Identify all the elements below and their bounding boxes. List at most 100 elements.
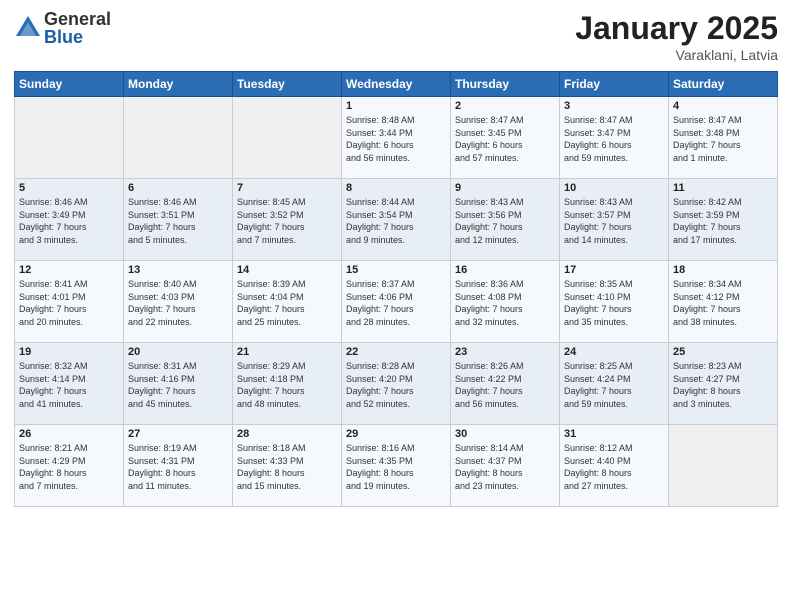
calendar-cell: 29Sunrise: 8:16 AM Sunset: 4:35 PM Dayli…: [342, 425, 451, 507]
day-info: Sunrise: 8:23 AM Sunset: 4:27 PM Dayligh…: [673, 360, 773, 410]
weekday-header: Wednesday: [342, 72, 451, 97]
logo-icon: [14, 14, 42, 42]
day-info: Sunrise: 8:18 AM Sunset: 4:33 PM Dayligh…: [237, 442, 337, 492]
calendar-cell: 9 Sunrise: 8:43 AM Sunset: 3:56 PM Daylig…: [451, 179, 560, 261]
day-info: Sunrise: 8:39 AM Sunset: 4:04 PM Dayligh…: [237, 278, 337, 328]
weekday-header: Saturday: [669, 72, 778, 97]
day-number: 31: [564, 428, 664, 440]
calendar-cell: 25 Sunrise: 8:23 AM Sunset: 4:27 PM Dayli…: [669, 343, 778, 425]
day-info: Sunrise: 8:40 AM Sunset: 4:03 PM Dayligh…: [128, 278, 228, 328]
day-number: 29: [346, 428, 446, 440]
logo-text: General Blue: [44, 10, 111, 46]
weekday-header: Thursday: [451, 72, 560, 97]
calendar-cell: 6 Sunrise: 8:46 AM Sunset: 3:51 PM Daylig…: [124, 179, 233, 261]
calendar-cell: [124, 97, 233, 179]
day-info: Sunrise: 8:21 AM Sunset: 4:29 PM Dayligh…: [19, 442, 119, 492]
calendar-cell: 30Sunrise: 8:14 AM Sunset: 4:37 PM Dayli…: [451, 425, 560, 507]
day-number: 25: [673, 346, 773, 358]
calendar-cell: 14 Sunrise: 8:39 AM Sunset: 4:04 PM Dayli…: [233, 261, 342, 343]
calendar-title: January 2025: [575, 10, 778, 47]
calendar-cell: 23 Sunrise: 8:26 AM Sunset: 4:22 PM Dayli…: [451, 343, 560, 425]
calendar-cell: 16 Sunrise: 8:36 AM Sunset: 4:08 PM Dayli…: [451, 261, 560, 343]
page-header: General Blue January 2025 Varaklani, Lat…: [14, 10, 778, 63]
logo-general: General: [44, 10, 111, 28]
calendar-cell: 8Sunrise: 8:44 AM Sunset: 3:54 PM Daylig…: [342, 179, 451, 261]
header-row: SundayMondayTuesdayWednesdayThursdayFrid…: [15, 72, 778, 97]
day-number: 9: [455, 182, 555, 194]
day-number: 2: [455, 100, 555, 112]
day-info: Sunrise: 8:36 AM Sunset: 4:08 PM Dayligh…: [455, 278, 555, 328]
day-number: 19: [19, 346, 119, 358]
day-info: Sunrise: 8:43 AM Sunset: 3:56 PM Dayligh…: [455, 196, 555, 246]
day-number: 20: [128, 346, 228, 358]
calendar-cell: [233, 97, 342, 179]
calendar-cell: 24Sunrise: 8:25 AM Sunset: 4:24 PM Dayli…: [560, 343, 669, 425]
calendar-cell: 4Sunrise: 8:47 AM Sunset: 3:48 PM Daylig…: [669, 97, 778, 179]
calendar-cell: 7 Sunrise: 8:45 AM Sunset: 3:52 PM Daylig…: [233, 179, 342, 261]
day-number: 16: [455, 264, 555, 276]
day-info: Sunrise: 8:32 AM Sunset: 4:14 PM Dayligh…: [19, 360, 119, 410]
day-number: 11: [673, 182, 773, 194]
day-info: Sunrise: 8:46 AM Sunset: 3:51 PM Dayligh…: [128, 196, 228, 246]
calendar-cell: 11 Sunrise: 8:42 AM Sunset: 3:59 PM Dayli…: [669, 179, 778, 261]
day-info: Sunrise: 8:47 AM Sunset: 3:47 PM Dayligh…: [564, 114, 664, 164]
day-info: Sunrise: 8:44 AM Sunset: 3:54 PM Dayligh…: [346, 196, 446, 246]
calendar-week-row: 1 Sunrise: 8:48 AM Sunset: 3:44 PM Daylig…: [15, 97, 778, 179]
day-number: 15: [346, 264, 446, 276]
day-number: 27: [128, 428, 228, 440]
day-number: 23: [455, 346, 555, 358]
day-number: 21: [237, 346, 337, 358]
calendar-cell: 2 Sunrise: 8:47 AM Sunset: 3:45 PM Daylig…: [451, 97, 560, 179]
calendar-cell: 31Sunrise: 8:12 AM Sunset: 4:40 PM Dayli…: [560, 425, 669, 507]
calendar-cell: 5Sunrise: 8:46 AM Sunset: 3:49 PM Daylig…: [15, 179, 124, 261]
day-number: 28: [237, 428, 337, 440]
calendar-cell: 3Sunrise: 8:47 AM Sunset: 3:47 PM Daylig…: [560, 97, 669, 179]
calendar-cell: [15, 97, 124, 179]
day-info: Sunrise: 8:14 AM Sunset: 4:37 PM Dayligh…: [455, 442, 555, 492]
calendar-cell: 26Sunrise: 8:21 AM Sunset: 4:29 PM Dayli…: [15, 425, 124, 507]
logo: General Blue: [14, 10, 111, 46]
calendar-cell: 18 Sunrise: 8:34 AM Sunset: 4:12 PM Dayli…: [669, 261, 778, 343]
day-info: Sunrise: 8:29 AM Sunset: 4:18 PM Dayligh…: [237, 360, 337, 410]
calendar-cell: [669, 425, 778, 507]
calendar-cell: 10 Sunrise: 8:43 AM Sunset: 3:57 PM Dayli…: [560, 179, 669, 261]
day-info: Sunrise: 8:41 AM Sunset: 4:01 PM Dayligh…: [19, 278, 119, 328]
day-info: Sunrise: 8:48 AM Sunset: 3:44 PM Dayligh…: [346, 114, 446, 164]
calendar-cell: 20 Sunrise: 8:31 AM Sunset: 4:16 PM Dayli…: [124, 343, 233, 425]
day-info: Sunrise: 8:28 AM Sunset: 4:20 PM Dayligh…: [346, 360, 446, 410]
calendar-cell: 22 Sunrise: 8:28 AM Sunset: 4:20 PM Dayli…: [342, 343, 451, 425]
calendar-cell: 17Sunrise: 8:35 AM Sunset: 4:10 PM Dayli…: [560, 261, 669, 343]
day-number: 14: [237, 264, 337, 276]
day-info: Sunrise: 8:31 AM Sunset: 4:16 PM Dayligh…: [128, 360, 228, 410]
calendar-cell: 21 Sunrise: 8:29 AM Sunset: 4:18 PM Dayli…: [233, 343, 342, 425]
calendar-table: SundayMondayTuesdayWednesdayThursdayFrid…: [14, 71, 778, 507]
day-number: 1: [346, 100, 446, 112]
day-number: 6: [128, 182, 228, 194]
calendar-cell: 15 Sunrise: 8:37 AM Sunset: 4:06 PM Dayli…: [342, 261, 451, 343]
day-info: Sunrise: 8:34 AM Sunset: 4:12 PM Dayligh…: [673, 278, 773, 328]
calendar-cell: 12 Sunrise: 8:41 AM Sunset: 4:01 PM Dayli…: [15, 261, 124, 343]
calendar-week-row: 19 Sunrise: 8:32 AM Sunset: 4:14 PM Dayli…: [15, 343, 778, 425]
day-info: Sunrise: 8:47 AM Sunset: 3:45 PM Dayligh…: [455, 114, 555, 164]
day-info: Sunrise: 8:45 AM Sunset: 3:52 PM Dayligh…: [237, 196, 337, 246]
day-number: 10: [564, 182, 664, 194]
calendar-cell: 19 Sunrise: 8:32 AM Sunset: 4:14 PM Dayli…: [15, 343, 124, 425]
day-number: 22: [346, 346, 446, 358]
day-number: 12: [19, 264, 119, 276]
day-info: Sunrise: 8:42 AM Sunset: 3:59 PM Dayligh…: [673, 196, 773, 246]
day-info: Sunrise: 8:26 AM Sunset: 4:22 PM Dayligh…: [455, 360, 555, 410]
day-info: Sunrise: 8:37 AM Sunset: 4:06 PM Dayligh…: [346, 278, 446, 328]
calendar-subtitle: Varaklani, Latvia: [575, 47, 778, 63]
calendar-week-row: 5Sunrise: 8:46 AM Sunset: 3:49 PM Daylig…: [15, 179, 778, 261]
weekday-header: Sunday: [15, 72, 124, 97]
day-info: Sunrise: 8:43 AM Sunset: 3:57 PM Dayligh…: [564, 196, 664, 246]
calendar-cell: 13 Sunrise: 8:40 AM Sunset: 4:03 PM Dayli…: [124, 261, 233, 343]
day-number: 18: [673, 264, 773, 276]
day-number: 13: [128, 264, 228, 276]
calendar-week-row: 26Sunrise: 8:21 AM Sunset: 4:29 PM Dayli…: [15, 425, 778, 507]
day-number: 17: [564, 264, 664, 276]
title-block: January 2025 Varaklani, Latvia: [575, 10, 778, 63]
day-number: 5: [19, 182, 119, 194]
day-number: 7: [237, 182, 337, 194]
day-number: 4: [673, 100, 773, 112]
